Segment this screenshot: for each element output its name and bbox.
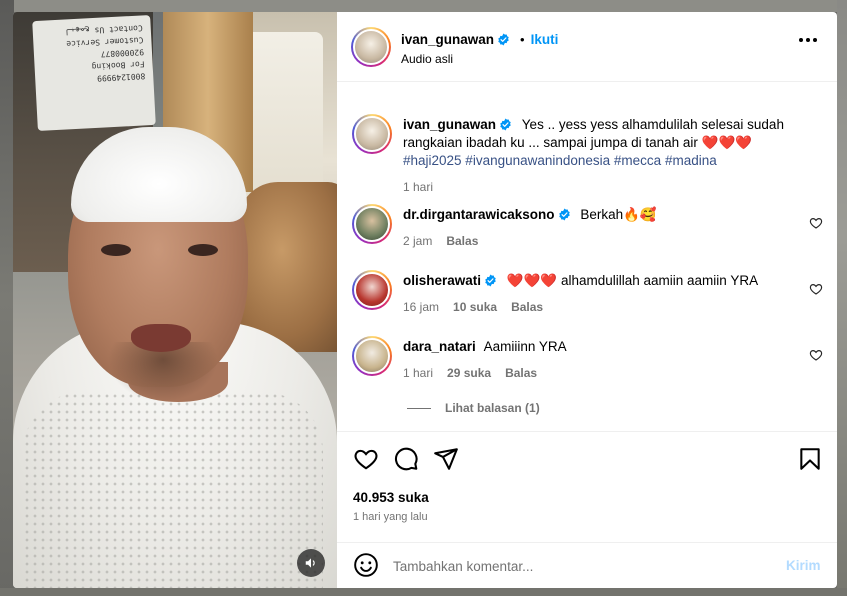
comment-text: ❤️❤️❤️ alhamdulillah aamiin aamiin YRA bbox=[506, 273, 759, 288]
heart-icon[interactable] bbox=[809, 216, 823, 230]
verified-badge-icon bbox=[500, 118, 511, 131]
post-modal: Contact Us لبهمع Customer Service 920000… bbox=[13, 12, 837, 588]
background-page-bottom bbox=[0, 588, 847, 596]
comment-composer: Kirim bbox=[337, 542, 837, 588]
caption-hashtags[interactable]: #haji2025 #ivangunawanindonesia #mecca #… bbox=[403, 153, 717, 168]
bookmark-icon[interactable] bbox=[797, 446, 823, 472]
comments-list: ivan_gunawan Yes .. yess yess alhamdulil… bbox=[337, 83, 837, 431]
likes-count[interactable]: 40.953 suka bbox=[353, 490, 429, 505]
author-avatar[interactable] bbox=[352, 114, 392, 154]
post-header: ivan_gunawan • Ikuti Audio asli bbox=[337, 12, 837, 82]
author-username[interactable]: ivan_gunawan bbox=[401, 32, 494, 47]
follow-button[interactable]: Ikuti bbox=[531, 32, 559, 47]
caption-time[interactable]: 1 hari bbox=[403, 180, 433, 194]
comment-time[interactable]: 1 hari bbox=[403, 366, 433, 380]
more-options-icon[interactable] bbox=[799, 38, 817, 42]
comment-username[interactable]: dr.dirgantarawicaksono bbox=[403, 207, 555, 222]
post-actions: 40.953 suka 1 hari yang lalu bbox=[337, 431, 837, 536]
comment-input[interactable] bbox=[393, 556, 773, 576]
commenter-avatar[interactable] bbox=[352, 336, 392, 376]
heart-icon[interactable] bbox=[809, 282, 823, 296]
comment-likes[interactable]: 10 suka bbox=[453, 300, 497, 314]
audio-label[interactable]: Audio asli bbox=[401, 52, 453, 66]
share-icon[interactable] bbox=[433, 446, 459, 472]
comment-likes[interactable]: 29 suka bbox=[447, 366, 491, 380]
mute-toggle-button[interactable] bbox=[297, 549, 325, 577]
divider bbox=[407, 407, 431, 409]
separator-dot: • bbox=[520, 32, 525, 47]
commenter-avatar[interactable] bbox=[352, 270, 392, 310]
comment-icon[interactable] bbox=[393, 446, 419, 472]
view-replies-button[interactable]: Lihat balasan (1) bbox=[407, 401, 540, 415]
author-avatar[interactable] bbox=[351, 27, 391, 67]
view-replies-label: Lihat balasan (1) bbox=[445, 401, 540, 415]
robe-lace bbox=[23, 392, 323, 588]
reply-button[interactable]: Balas bbox=[505, 366, 537, 380]
comment-username[interactable]: dara_natari bbox=[403, 339, 476, 354]
caption-username[interactable]: ivan_gunawan bbox=[403, 117, 496, 132]
mouth bbox=[131, 324, 191, 352]
commenter-avatar[interactable] bbox=[352, 204, 392, 244]
caption-hearts: ❤️❤️❤️ bbox=[701, 135, 753, 150]
background-page bbox=[0, 0, 847, 12]
verified-badge-icon bbox=[498, 33, 509, 46]
background-page-right bbox=[837, 0, 847, 596]
verified-badge-icon bbox=[558, 208, 570, 221]
seat-placard: Contact Us لبهمع Customer Service 920000… bbox=[32, 14, 156, 132]
post-date[interactable]: 1 hari yang lalu bbox=[353, 511, 428, 523]
eye bbox=[101, 244, 131, 256]
background-page-left bbox=[0, 0, 14, 596]
emoji-icon[interactable] bbox=[353, 552, 379, 578]
heart-icon[interactable] bbox=[809, 348, 823, 362]
reply-button[interactable]: Balas bbox=[511, 300, 543, 314]
eye bbox=[188, 244, 218, 256]
post-video[interactable]: Contact Us لبهمع Customer Service 920000… bbox=[13, 12, 337, 588]
comment-text: Berkah🔥🥰 bbox=[580, 207, 657, 222]
reply-button[interactable]: Balas bbox=[446, 234, 478, 248]
speaker-icon bbox=[305, 558, 315, 568]
comment-time[interactable]: 2 jam bbox=[403, 234, 432, 248]
heart-icon[interactable] bbox=[353, 446, 379, 472]
post-details-panel: ivan_gunawan • Ikuti Audio asli ivan_gun… bbox=[337, 12, 837, 588]
comment-text: Aamiiinn YRA bbox=[483, 339, 567, 354]
send-button[interactable]: Kirim bbox=[786, 558, 821, 573]
comment-time[interactable]: 16 jam bbox=[403, 300, 439, 314]
verified-badge-icon bbox=[485, 274, 496, 287]
comment-username[interactable]: olisherawati bbox=[403, 273, 481, 288]
